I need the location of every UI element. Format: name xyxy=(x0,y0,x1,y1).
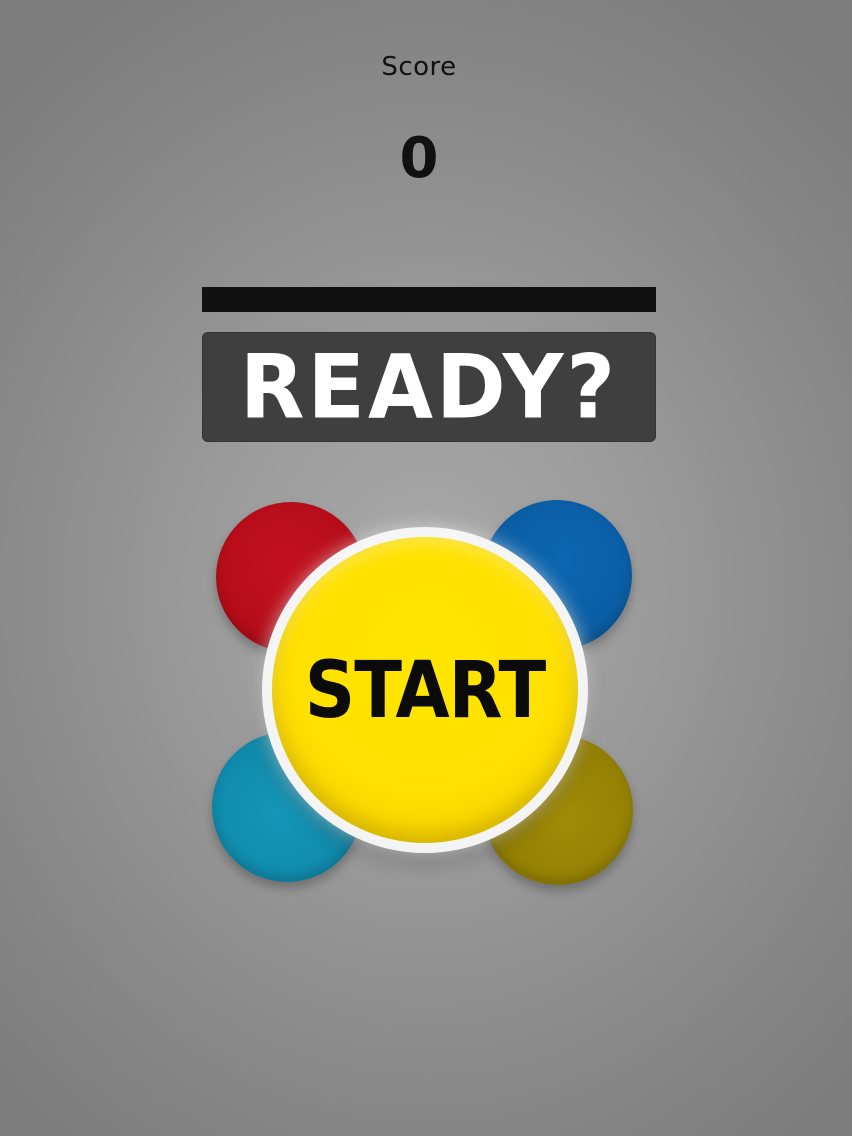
status-panel: READY? xyxy=(202,332,656,442)
score-label: Score xyxy=(381,52,457,82)
start-button-label: START xyxy=(304,644,546,736)
status-text: READY? xyxy=(239,335,619,439)
start-button[interactable]: START xyxy=(272,537,578,843)
timer-bar-fill xyxy=(202,287,656,312)
timer-bar xyxy=(202,287,656,312)
score-value: 0 xyxy=(399,126,439,191)
